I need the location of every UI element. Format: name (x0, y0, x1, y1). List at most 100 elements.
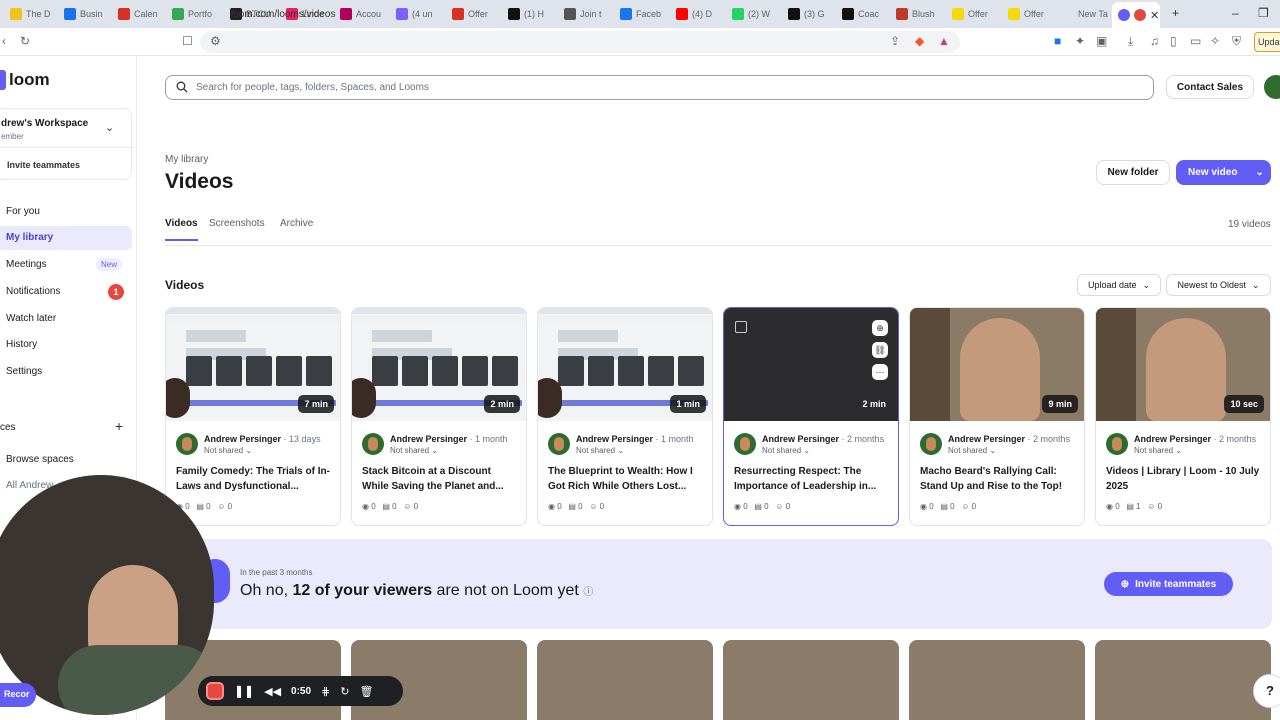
video-card[interactable]: 9 min Andrew Persinger · 2 months Not shar… (909, 307, 1085, 526)
browser-tab[interactable]: Faceb (614, 4, 666, 24)
stop-recording-icon[interactable] (206, 682, 224, 700)
owner-name[interactable]: Andrew Persinger · 13 days (204, 434, 321, 444)
trash-icon[interactable]: 🗑 (359, 685, 373, 698)
video-card[interactable]: 2 min Andrew Persinger · 1 month Not share… (351, 307, 527, 526)
info-icon[interactable]: ⓘ (583, 587, 593, 598)
site-info-icon[interactable]: ⚙ (210, 34, 221, 48)
owner-name[interactable]: Andrew Persinger · 2 months (762, 434, 884, 444)
browser-tab[interactable]: Join t (558, 4, 610, 24)
sharing-status[interactable]: Not shared ⌄ (1134, 446, 1182, 455)
video-card[interactable]: 10 sec Andrew Persinger · 2 months Not sha… (1095, 307, 1271, 526)
video-thumbnail[interactable] (909, 640, 1085, 720)
browser-tab[interactable]: Offer (946, 4, 998, 24)
owner-avatar[interactable] (920, 433, 942, 455)
owner-avatar[interactable] (1106, 433, 1128, 455)
search-input[interactable] (196, 76, 1136, 99)
video-card[interactable]: ⊕ ⛓ ⋯ 2 min Andrew Persinger · 2 months Not s… (723, 307, 899, 526)
video-card[interactable]: 1 min Andrew Persinger · 1 month Not share… (537, 307, 713, 526)
new-tab-icon[interactable]: + (1172, 6, 1179, 20)
video-title[interactable]: Videos | Library | Loom - 10 July 2025 (1106, 464, 1262, 494)
browser-tab[interactable]: Portfo (166, 4, 218, 24)
workspace-card[interactable]: drew's Workspace ember ⌄ Invite teammate… (0, 108, 133, 180)
browser-tab[interactable]: Offer (1002, 4, 1054, 24)
video-title[interactable]: Stack Bitcoin at a Discount While Saving… (362, 464, 518, 494)
tab-active-loom[interactable]: ✕ (1112, 2, 1160, 28)
update-button[interactable]: Updat (1254, 32, 1280, 52)
add-space-icon[interactable]: + (115, 418, 123, 434)
extension-icon[interactable]: ■ (1054, 34, 1061, 48)
video-title[interactable]: Resurrecting Respect: The Importance of … (734, 464, 890, 494)
download-icon[interactable]: ⤓ (1128, 34, 1133, 49)
back-icon[interactable]: ‹ (2, 34, 6, 48)
video-thumbnail[interactable]: 9 min (910, 308, 1084, 421)
extensions-icon[interactable]: ✦ (1075, 34, 1085, 48)
chevron-down-icon[interactable]: ⌄ (105, 121, 114, 134)
browser-tab[interactable]: Coac (836, 4, 888, 24)
vpn-icon[interactable]: ⛨ (1232, 34, 1241, 49)
browser-tab[interactable]: (4) D (670, 4, 722, 24)
share-user-icon[interactable]: ⊕ (872, 320, 888, 336)
more-options-icon[interactable]: ⋯ (872, 364, 888, 380)
sharing-status[interactable]: Not shared ⌄ (576, 446, 624, 455)
reload-icon[interactable]: ↻ (20, 34, 30, 48)
invite-teammates-link[interactable]: Invite teammates (7, 160, 80, 170)
browse-spaces-link[interactable]: Browse spaces (0, 448, 132, 472)
close-tab-icon[interactable]: ✕ (1150, 9, 1159, 22)
rewind-icon[interactable]: ◀◀ (264, 685, 281, 698)
browser-tab[interactable]: Busin (58, 4, 110, 24)
owner-avatar[interactable] (176, 433, 198, 455)
grid-icon[interactable]: ⋕ (321, 685, 330, 698)
rewards-icon[interactable]: ▲ (938, 34, 950, 48)
media-icon[interactable]: ♫ (1150, 34, 1159, 48)
video-title[interactable]: Family Comedy: The Trials of In-Laws and… (176, 464, 332, 494)
loom-logo-text[interactable]: loom (9, 70, 50, 90)
new-folder-button[interactable]: New folder (1096, 160, 1170, 185)
wallet-icon[interactable]: ▭ (1190, 34, 1201, 48)
url-text[interactable]: loom.com/looms/videos (231, 9, 335, 20)
video-title[interactable]: The Blueprint to Wealth: How I Got Rich … (548, 464, 704, 494)
user-avatar[interactable] (1264, 75, 1280, 99)
browser-tab[interactable]: New Tab (1056, 4, 1108, 24)
sidebar-item-meetings[interactable]: Meetings New (0, 253, 132, 277)
video-thumbnail[interactable] (723, 640, 899, 720)
owner-avatar[interactable] (362, 433, 384, 455)
bookmark-icon[interactable]: ☐ (182, 34, 193, 48)
video-title[interactable]: Macho Beard's Rallying Call: Stand Up an… (920, 464, 1076, 494)
invite-teammates-button[interactable]: ⊕ Invite teammates (1104, 572, 1233, 596)
sharing-status[interactable]: Not shared ⌄ (390, 446, 438, 455)
sharing-status[interactable]: Not shared ⌄ (762, 446, 810, 455)
sidebar-item-for-you[interactable]: For you (0, 200, 132, 224)
tab-archive[interactable]: Archive (280, 218, 313, 239)
webcam-bubble[interactable] (0, 475, 214, 715)
video-thumbnail[interactable]: 1 min (538, 308, 712, 421)
browser-tab[interactable]: (3) G (782, 4, 834, 24)
video-thumbnail[interactable]: 10 sec (1096, 308, 1270, 421)
browser-tab[interactable]: The D (4, 4, 56, 24)
browser-tab[interactable]: Offer (446, 4, 498, 24)
owner-name[interactable]: Andrew Persinger · 2 months (1134, 434, 1256, 444)
restore-icon[interactable]: ❐ (1258, 6, 1269, 20)
contact-sales-button[interactable]: Contact Sales (1166, 75, 1254, 99)
video-thumbnail[interactable] (1095, 640, 1271, 720)
browser-tab[interactable]: (4 un (390, 4, 442, 24)
restart-icon[interactable]: ↻ (340, 685, 349, 698)
video-thumbnail[interactable]: ⊕ ⛓ ⋯ 2 min (724, 308, 898, 421)
pause-icon[interactable]: ❚❚ (234, 684, 254, 698)
sort-field-dropdown[interactable]: Upload date ⌄ (1077, 274, 1161, 296)
tab-screenshots[interactable]: Screenshots (209, 218, 265, 239)
copy-link-icon[interactable]: ⛓ (872, 342, 888, 358)
tab-videos[interactable]: Videos (165, 218, 198, 241)
screenshot-icon[interactable]: ▣ (1096, 34, 1107, 48)
sort-order-dropdown[interactable]: Newest to Oldest ⌄ (1166, 274, 1271, 296)
sidebar-item-history[interactable]: History (0, 333, 132, 357)
browser-tab[interactable]: (2) W (726, 4, 778, 24)
brave-shield-icon[interactable]: ◆ (915, 34, 924, 48)
minimize-icon[interactable]: – (1232, 6, 1239, 20)
owner-name[interactable]: Andrew Persinger · 1 month (390, 434, 508, 444)
owner-name[interactable]: Andrew Persinger · 2 months (948, 434, 1070, 444)
select-checkbox[interactable] (735, 321, 747, 333)
owner-name[interactable]: Andrew Persinger · 1 month (576, 434, 694, 444)
sidebar-toggle-icon[interactable]: ▯ (1170, 34, 1177, 48)
address-bar[interactable] (200, 31, 960, 53)
breadcrumb[interactable]: My library (165, 154, 208, 165)
